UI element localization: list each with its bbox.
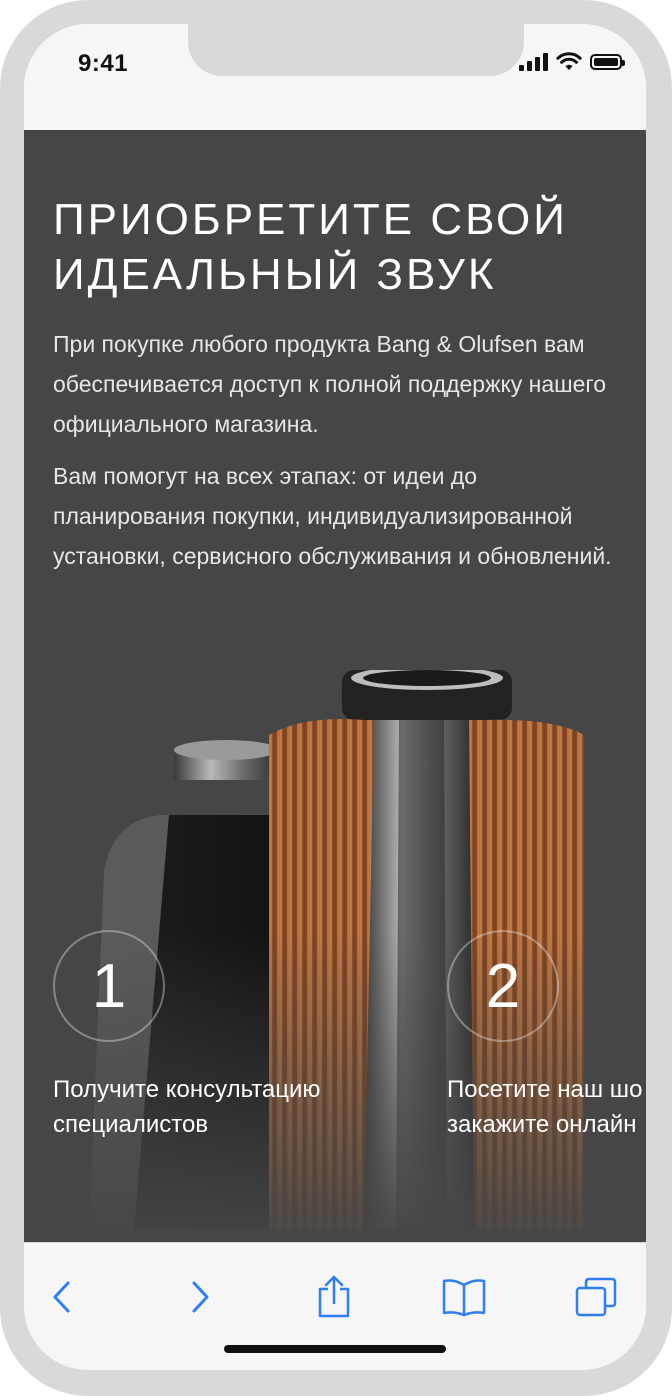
cellular-signal-icon	[519, 53, 548, 71]
phone-frame: 9:41 ПРИОБРЕТИТЕ СВОЙ ИДЕАЛЬНЫЙ ЗВУК При…	[0, 0, 672, 1396]
home-indicator	[224, 1345, 446, 1353]
promo-title: ПРИОБРЕТИТЕ СВОЙ ИДЕАЛЬНЫЙ ЗВУК	[53, 192, 633, 302]
share-button[interactable]	[304, 1267, 364, 1327]
status-time: 9:41	[78, 50, 129, 77]
step-label-line-1: Получите консультацию	[53, 1076, 321, 1103]
step-visit-store[interactable]: 2 Посетите наш шо закажите онлайн	[447, 930, 646, 1142]
promo-section: ПРИОБРЕТИТЕ СВОЙ ИДЕАЛЬНЫЙ ЗВУК При поку…	[24, 130, 646, 1242]
promo-title-line-1: ПРИОБРЕТИТЕ СВОЙ	[53, 195, 568, 244]
promo-paragraph-1: При покупке любого продукта Bang & Olufs…	[53, 331, 607, 437]
wifi-icon	[556, 52, 582, 70]
step-label: Посетите наш шо закажите онлайн	[447, 1072, 646, 1142]
forward-icon	[192, 1281, 209, 1313]
step-label-line-2: закажите онлайн	[447, 1111, 637, 1138]
status-icons	[519, 52, 625, 72]
share-icon	[318, 1275, 350, 1318]
step-label: Получите консультацию специалистов	[53, 1072, 383, 1142]
back-icon	[53, 1281, 70, 1313]
phone-screen: 9:41 ПРИОБРЕТИТЕ СВОЙ ИДЕАЛЬНЫЙ ЗВУК При…	[24, 24, 646, 1370]
tabs-button[interactable]	[566, 1267, 626, 1327]
tabs-icon	[575, 1277, 617, 1317]
bookmarks-icon	[442, 1279, 486, 1317]
back-button[interactable]	[32, 1267, 92, 1327]
promo-title-line-2: ИДЕАЛЬНЫЙ ЗВУК	[53, 250, 497, 299]
step-consultation[interactable]: 1 Получите консультацию специалистов	[53, 930, 383, 1142]
bookmarks-button[interactable]	[434, 1267, 494, 1327]
notch	[188, 24, 524, 76]
step-number-circle: 1	[53, 930, 165, 1042]
battery-icon	[590, 54, 625, 70]
step-number-circle: 2	[447, 930, 559, 1042]
step-label-line-1: Посетите наш шо	[447, 1076, 643, 1103]
promo-paragraph-2: Вам помогут на всех этапах: от идеи до п…	[53, 463, 612, 569]
forward-button[interactable]	[170, 1267, 230, 1327]
step-label-line-2: специалистов	[53, 1111, 209, 1138]
